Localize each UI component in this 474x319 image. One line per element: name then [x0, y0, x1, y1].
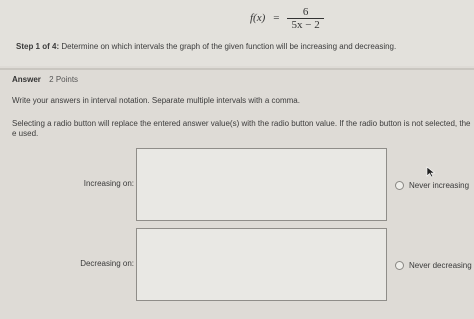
decreasing-label: Decreasing on: [80, 259, 134, 268]
fraction: 6 5x − 2 [287, 5, 324, 31]
radio-circle-decreasing[interactable] [395, 261, 404, 270]
section-divider [0, 68, 474, 70]
increasing-input[interactable] [136, 148, 387, 221]
fraction-denominator: 5x − 2 [287, 17, 324, 31]
answer-label: Answer [12, 75, 41, 84]
radio-circle-increasing[interactable] [395, 181, 404, 190]
increasing-label: Increasing on: [83, 179, 134, 188]
never-increasing-radio[interactable]: Never increasing [395, 181, 469, 190]
problem-header [0, 0, 474, 66]
fraction-numerator: 6 [302, 5, 309, 18]
function-lhs: f(x) [250, 12, 266, 24]
step-label: Step 1 of 4: [16, 42, 60, 51]
never-decreasing-radio[interactable]: Never decreasing [395, 261, 472, 270]
equals-sign: = [273, 12, 280, 24]
points-label: 2 Points [49, 75, 79, 84]
decreasing-input[interactable] [136, 228, 387, 301]
answer-instruction: Write your answers in interval notation.… [12, 96, 300, 105]
answer-header: Answer 2 Points [12, 75, 78, 84]
function-formula: f(x) = 6 5x − 2 [250, 4, 324, 32]
never-decreasing-label: Never decreasing [409, 261, 472, 270]
step-instruction: Step 1 of 4: Determine on which interval… [16, 42, 396, 51]
never-increasing-label: Never increasing [409, 181, 470, 190]
step-text: Determine on which intervals the graph o… [61, 42, 397, 51]
radio-note: Selecting a radio button will replace th… [12, 119, 471, 138]
mouse-pointer-icon [426, 166, 436, 178]
